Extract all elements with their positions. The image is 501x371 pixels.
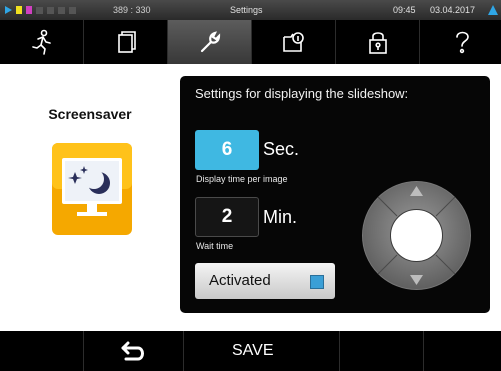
documents-icon <box>118 31 136 53</box>
navigation-dial[interactable] <box>361 180 472 291</box>
activated-toggle[interactable]: Activated <box>195 263 335 299</box>
wrench-icon <box>200 31 221 53</box>
display-time-field[interactable]: 6 <box>195 130 259 170</box>
back-button[interactable] <box>84 331 184 371</box>
tab-help[interactable] <box>420 20 501 64</box>
info-document-icon <box>283 32 304 52</box>
tab-program-start[interactable] <box>0 20 84 64</box>
display-time-caption: Display time per image <box>196 174 288 184</box>
settings-title: Settings for displaying the slideshow: <box>195 86 409 101</box>
help-icon <box>456 31 469 54</box>
screensaver-icon <box>52 143 132 235</box>
page-title: Screensaver <box>48 106 132 122</box>
tab-lock[interactable] <box>336 20 420 64</box>
status-indicators-icon <box>5 6 76 14</box>
status-coords: 389 : 330 <box>113 5 151 15</box>
running-person-icon <box>32 29 51 55</box>
activated-checkbox[interactable] <box>310 275 324 289</box>
tab-logs[interactable] <box>84 20 168 64</box>
tab-info[interactable] <box>252 20 336 64</box>
back-arrow-icon <box>121 341 144 361</box>
lock-icon <box>369 32 387 54</box>
save-label: SAVE <box>232 342 274 359</box>
display-time-unit: Sec. <box>263 139 300 159</box>
status-title: Settings <box>230 5 263 15</box>
tab-bar <box>0 20 501 64</box>
status-time: 09:45 <box>393 5 416 15</box>
status-date: 03.04.2017 <box>430 5 476 15</box>
tab-settings[interactable] <box>168 20 252 64</box>
user-icon <box>488 5 498 15</box>
wait-time-unit: Min. <box>263 207 298 227</box>
wait-time-field[interactable]: 2 <box>195 197 259 237</box>
status-bar: 389 : 330 Settings 09:45 03.04.2017 <box>0 0 501 20</box>
wait-time-caption: Wait time <box>196 241 234 251</box>
activated-label: Activated <box>209 272 271 289</box>
